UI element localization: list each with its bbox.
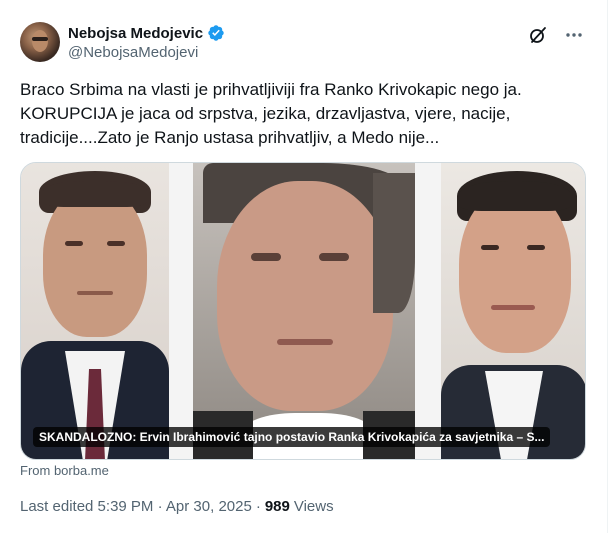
link-preview-card[interactable]: SKANDALOZNO: Ervin Ibrahimović tajno pos… [20, 162, 586, 460]
portrait-middle-image [193, 163, 415, 459]
views-count: 989 [264, 498, 290, 515]
author-name-row: Nebojsa Medojevic [68, 24, 225, 42]
verified-badge-icon [208, 25, 224, 41]
author-display-name[interactable]: Nebojsa Medojevic [68, 25, 203, 42]
author-avatar[interactable] [20, 22, 60, 62]
link-source[interactable]: From borba.me [20, 463, 109, 478]
author-handle[interactable]: @NebojsaMedojevi [68, 44, 198, 61]
tweet-text: Braco Srbima na vlasti je prihvatljiviji… [20, 80, 522, 147]
link-card-caption: SKANDALOZNO: Ervin Ibrahimović tajno pos… [33, 427, 551, 447]
grok-icon[interactable] [527, 24, 549, 46]
more-icon[interactable] [563, 24, 585, 46]
portrait-left-image [21, 163, 169, 459]
edited-timestamp-link[interactable]: Last edited 5:39 PM · Apr 30, 2025 [20, 498, 252, 515]
meta-separator: · [255, 498, 261, 515]
views-label: Views [293, 498, 334, 515]
tweet-meta: Last edited 5:39 PM · Apr 30, 2025 · 989… [20, 498, 334, 515]
portrait-right-image [441, 163, 585, 459]
tweet-top-actions [527, 24, 585, 46]
tweet-card: Nebojsa Medojevic @NebojsaMedojevi Braco… [0, 0, 608, 533]
